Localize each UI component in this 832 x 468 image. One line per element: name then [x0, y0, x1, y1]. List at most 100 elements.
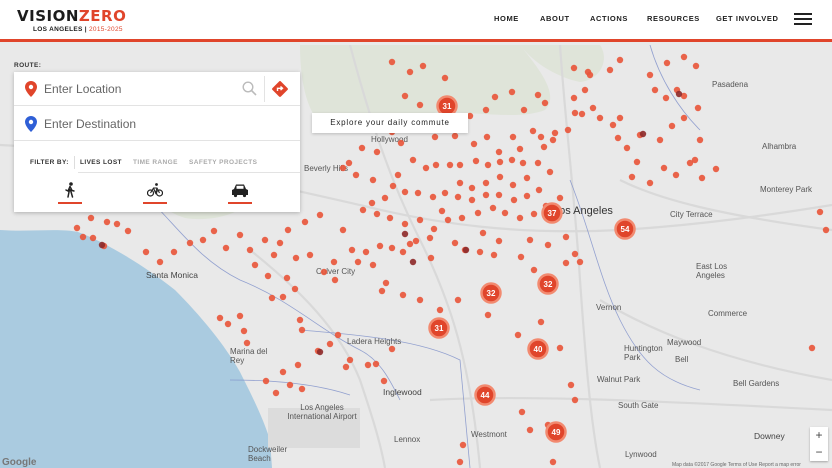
incident-dot[interactable] — [496, 173, 504, 181]
incident-dot[interactable] — [224, 320, 232, 328]
incident-dot[interactable] — [616, 56, 624, 64]
incident-dot[interactable] — [73, 224, 81, 232]
incident-dot[interactable] — [272, 389, 280, 397]
incident-dot-dark[interactable] — [639, 130, 647, 138]
incident-dot[interactable] — [369, 176, 377, 184]
incident-dot[interactable] — [668, 122, 676, 130]
mode-bicycle[interactable] — [143, 182, 167, 204]
incident-dot[interactable] — [482, 106, 490, 114]
directions-icon[interactable] — [271, 80, 289, 98]
nav-actions[interactable]: ACTIONS — [590, 14, 628, 23]
incident-dot[interactable] — [339, 164, 347, 172]
incident-dot[interactable] — [348, 246, 356, 254]
incident-dot[interactable] — [388, 345, 396, 353]
incident-dot[interactable] — [483, 133, 491, 141]
incident-dot[interactable] — [567, 381, 575, 389]
incident-dot[interactable] — [362, 248, 370, 256]
incident-dot[interactable] — [468, 184, 476, 192]
incident-dot[interactable] — [416, 216, 424, 224]
incident-dot[interactable] — [416, 101, 424, 109]
incident-dot[interactable] — [606, 66, 614, 74]
incident-dot[interactable] — [427, 254, 435, 262]
incident-dot[interactable] — [514, 331, 522, 339]
incident-dot[interactable] — [401, 220, 409, 228]
incident-dot[interactable] — [672, 171, 680, 179]
cluster-marker[interactable]: 37 — [541, 202, 563, 224]
nav-home[interactable]: HOME — [494, 14, 519, 23]
incident-dot[interactable] — [609, 121, 617, 129]
incident-dot[interactable] — [406, 68, 414, 76]
incident-dot[interactable] — [79, 233, 87, 241]
incident-dot[interactable] — [508, 156, 516, 164]
incident-dot[interactable] — [292, 254, 300, 262]
incident-dot[interactable] — [546, 168, 554, 176]
incident-dot[interactable] — [680, 114, 688, 122]
map-terms[interactable]: Map data ©2017 Google Terms of Use Repor… — [672, 462, 801, 468]
incident-dot[interactable] — [663, 59, 671, 67]
cluster-marker[interactable]: 44 — [474, 384, 496, 406]
incident-dot[interactable] — [89, 234, 97, 242]
incident-dot[interactable] — [616, 114, 624, 122]
incident-dot[interactable] — [456, 179, 464, 187]
incident-dot[interactable] — [419, 62, 427, 70]
incident-dot[interactable] — [633, 158, 641, 166]
tab-lives-lost[interactable]: LIVES LOST — [74, 156, 122, 169]
cluster-marker[interactable]: 32 — [480, 282, 502, 304]
incident-dot[interactable] — [523, 192, 531, 200]
incident-dot[interactable] — [495, 237, 503, 245]
incident-dot[interactable] — [296, 316, 304, 324]
incident-dot-dark[interactable] — [675, 90, 683, 98]
incident-dot[interactable] — [454, 296, 462, 304]
incident-dot[interactable] — [482, 179, 490, 187]
incident-dot[interactable] — [476, 248, 484, 256]
incident-dot[interactable] — [342, 363, 350, 371]
incident-dot[interactable] — [571, 109, 579, 117]
incident-dot[interactable] — [376, 242, 384, 250]
incident-dot[interactable] — [264, 272, 272, 280]
destination-input[interactable] — [44, 115, 244, 133]
incident-dot[interactable] — [368, 199, 376, 207]
incident-dot[interactable] — [279, 368, 287, 376]
incident-dot[interactable] — [354, 258, 362, 266]
incident-dot[interactable] — [692, 62, 700, 70]
incident-dot[interactable] — [352, 171, 360, 179]
incident-dot[interactable] — [388, 58, 396, 66]
incident-dot[interactable] — [589, 104, 597, 112]
incident-dot[interactable] — [306, 251, 314, 259]
incident-dot[interactable] — [294, 361, 302, 369]
incident-dot[interactable] — [291, 285, 299, 293]
tab-safety-projects[interactable]: SAFETY PROJECTS — [189, 159, 257, 166]
incident-dot[interactable] — [388, 244, 396, 252]
incident-dot[interactable] — [662, 94, 670, 102]
incident-dot[interactable] — [458, 214, 466, 222]
incident-dot[interactable] — [623, 144, 631, 152]
mode-pedestrian[interactable] — [58, 182, 82, 204]
incident-dot[interactable] — [334, 331, 342, 339]
incident-dot[interactable] — [698, 174, 706, 182]
incident-dot[interactable] — [571, 396, 579, 404]
incident-dot[interactable] — [316, 211, 324, 219]
incident-dot[interactable] — [712, 165, 720, 173]
incident-dot[interactable] — [399, 291, 407, 299]
incident-dot[interactable] — [454, 193, 462, 201]
incident-dot[interactable] — [491, 93, 499, 101]
incident-dot[interactable] — [586, 71, 594, 79]
incident-dot[interactable] — [484, 161, 492, 169]
incident-dot[interactable] — [358, 144, 366, 152]
incident-dot[interactable] — [142, 248, 150, 256]
incident-dot[interactable] — [562, 259, 570, 267]
incident-dot[interactable] — [551, 129, 559, 137]
incident-dot[interactable] — [808, 344, 816, 352]
incident-dot[interactable] — [570, 64, 578, 72]
incident-dot[interactable] — [526, 236, 534, 244]
incident-dot[interactable] — [284, 226, 292, 234]
incident-dot[interactable] — [537, 318, 545, 326]
incident-dot[interactable] — [482, 191, 490, 199]
incident-dot[interactable] — [381, 194, 389, 202]
incident-dot[interactable] — [534, 91, 542, 99]
incident-dot[interactable] — [444, 216, 452, 224]
incident-dot[interactable] — [571, 250, 579, 258]
incident-dot[interactable] — [236, 312, 244, 320]
incident-dot[interactable] — [369, 261, 377, 269]
incident-dot[interactable] — [534, 159, 542, 167]
